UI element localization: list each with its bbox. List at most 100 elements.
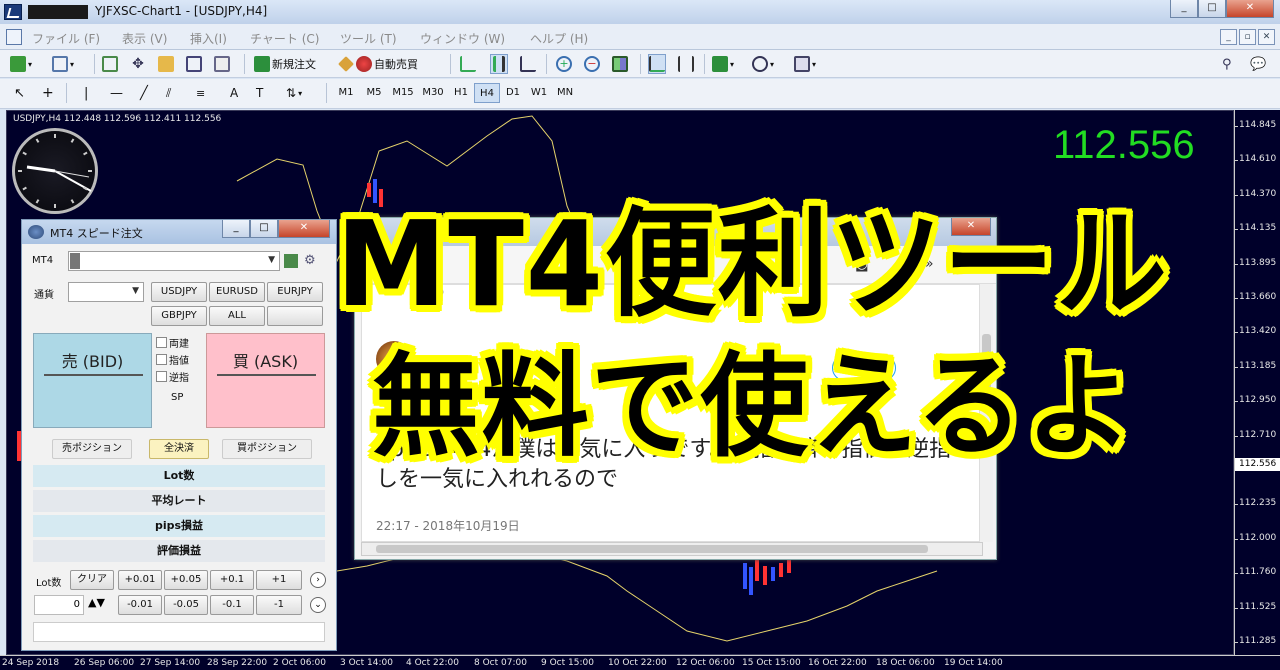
terminal-button[interactable] (186, 54, 202, 74)
timeframe-mn-button[interactable]: MN (552, 83, 578, 103)
stop-checkbox[interactable]: 逆指 (156, 369, 189, 384)
new-chart-button[interactable]: ▾ (10, 54, 32, 74)
market-watch-button[interactable] (102, 54, 118, 74)
timeframe-w1-button[interactable]: W1 (526, 83, 552, 103)
chart-shift-button[interactable] (678, 54, 694, 74)
minus-01-button[interactable]: -0.1 (210, 595, 254, 615)
menu-window[interactable]: ウィンドウ (W) (420, 30, 505, 47)
tile-windows-button[interactable] (612, 54, 628, 74)
close-all-button[interactable]: 全決済 (149, 439, 209, 459)
new-order-button[interactable]: 新規注文 (254, 54, 316, 74)
lot-stepper-icon[interactable]: ▲▼ (88, 596, 105, 609)
mdi-minimize-button[interactable]: _ (1220, 29, 1237, 45)
navigator-button[interactable] (158, 54, 174, 74)
pair-usdjpy-button[interactable]: USDJPY (151, 282, 207, 302)
timeframe-d1-button[interactable]: D1 (500, 83, 526, 103)
zoom-out-button[interactable]: − (584, 54, 600, 74)
maximize-button[interactable]: □ (1198, 0, 1226, 18)
menu-chart[interactable]: チャート (C) (250, 30, 319, 47)
lot-input[interactable]: 0 (34, 595, 84, 615)
menu-help[interactable]: ヘルプ (H) (530, 30, 588, 47)
chevron-down-icon[interactable]: ⌄ (310, 597, 326, 613)
pair-eurusd-button[interactable]: EURUSD (209, 282, 265, 302)
chart-window-icon[interactable] (6, 29, 22, 45)
minimize-button[interactable]: _ (1170, 0, 1198, 18)
timeframe-h4-button[interactable]: H4 (474, 83, 500, 103)
cursor-icon[interactable]: ↖ (14, 83, 25, 103)
scroll-thumb[interactable] (376, 545, 928, 553)
retweet-icon[interactable]: ⟲ (432, 285, 444, 301)
channel-icon[interactable]: ⫽ (166, 83, 171, 103)
vertical-scrollbar[interactable] (979, 284, 993, 542)
zoom-in-button[interactable]: + (556, 54, 572, 74)
horizontal-line-icon[interactable]: — (110, 83, 123, 103)
tester-button[interactable] (214, 54, 230, 74)
hedge-checkbox[interactable]: 両建 (156, 335, 189, 350)
close-button[interactable]: ✕ (1226, 0, 1274, 18)
pair-eurjpy-button[interactable]: EURJPY (267, 282, 323, 302)
buy-position-button[interactable]: 買ポジション (222, 439, 312, 459)
gear-icon[interactable]: ⚙ (304, 253, 316, 268)
home-icon[interactable]: ⌂ (471, 256, 480, 272)
scroll-thumb[interactable] (982, 334, 991, 394)
plus-005-button[interactable]: +0.05 (164, 570, 208, 590)
hamburger-menu-icon[interactable]: ≡ (965, 254, 978, 273)
menu-tools[interactable]: ツール (T) (340, 30, 397, 47)
clear-button[interactable]: クリア (70, 570, 114, 590)
trend-line-icon[interactable]: ╱ (140, 83, 148, 103)
candle-chart-button[interactable] (490, 54, 508, 74)
autoscroll-button[interactable] (648, 54, 666, 74)
mdi-close-button[interactable]: ✕ (1258, 29, 1275, 45)
timeframe-m1-button[interactable]: M1 (332, 83, 360, 103)
panel-maximize-button[interactable]: □ (250, 220, 278, 238)
follow-button[interactable]: フォロ (832, 355, 896, 381)
text-label-icon[interactable]: T (256, 83, 263, 103)
minus-001-button[interactable]: -0.01 (118, 595, 162, 615)
buy-ask-box[interactable]: 買 (ASK) (206, 333, 325, 428)
fibonacci-icon[interactable]: ≡ (196, 83, 205, 103)
data-window-button[interactable]: ✥ (130, 54, 146, 74)
horizontal-scrollbar[interactable] (361, 542, 983, 556)
menu-view[interactable]: 表示 (V) (122, 30, 167, 47)
account-select[interactable]: ▼ (68, 251, 280, 271)
indicators-button[interactable]: ▾ (712, 54, 734, 74)
search-icon[interactable]: ⚲ (1222, 54, 1232, 74)
timeframe-m5-button[interactable]: M5 (360, 83, 388, 103)
currency-select[interactable]: ▼ (68, 282, 144, 302)
auto-trade-button[interactable]: 自動売買 (338, 54, 418, 74)
menu-file[interactable]: ファイル (F) (32, 30, 100, 47)
sell-bid-box[interactable]: 売 (BID) (33, 333, 152, 428)
line-chart-button[interactable] (520, 54, 536, 74)
limit-checkbox[interactable]: 指値 (156, 352, 189, 367)
bar-chart-button[interactable] (460, 54, 476, 74)
refresh-icon[interactable] (284, 254, 298, 268)
profiles-button[interactable]: ▾ (52, 54, 74, 74)
panel-close-button[interactable]: ✕ (278, 220, 330, 238)
timeframe-h1-button[interactable]: H1 (448, 83, 474, 103)
chevron-down-icon[interactable]: ⌄ (948, 357, 960, 373)
browser-window[interactable]: RT... patrad... ✕ ⌂ ◙ » ≡ ⟲ 2 フォロ ⌄ Spee… (354, 217, 997, 560)
templates-button[interactable]: ▾ (794, 54, 816, 74)
arrows-icon[interactable]: ⇅ ▾ (286, 83, 302, 103)
browser-close-button[interactable]: ✕ (951, 218, 991, 236)
plus-01-button[interactable]: +0.1 (210, 570, 254, 590)
minus-1-button[interactable]: -1 (256, 595, 302, 615)
pair-gbpjpy-button[interactable]: GBPJPY (151, 306, 207, 326)
menu-insert[interactable]: 挿入(I) (190, 30, 227, 47)
panel-minimize-button[interactable]: _ (222, 220, 250, 238)
crosshair-icon[interactable]: + (42, 83, 54, 103)
sell-position-button[interactable]: 売ポジション (52, 439, 132, 459)
plus-1-button[interactable]: +1 (256, 570, 302, 590)
vertical-line-icon[interactable]: | (84, 83, 88, 103)
mdi-restore-button[interactable]: ▫ (1239, 29, 1256, 45)
pair-empty-button[interactable] (267, 306, 323, 326)
minus-005-button[interactable]: -0.05 (164, 595, 208, 615)
plus-001-button[interactable]: +0.01 (118, 570, 162, 590)
timeframe-m15-button[interactable]: M15 (388, 83, 418, 103)
text-icon[interactable]: A (230, 83, 238, 103)
avatar[interactable] (376, 341, 412, 377)
timeframe-m30-button[interactable]: M30 (418, 83, 448, 103)
pair-all-button[interactable]: ALL (209, 306, 265, 326)
periods-button[interactable]: ▾ (752, 54, 774, 74)
chevron-right-icon[interactable]: › (310, 572, 326, 588)
